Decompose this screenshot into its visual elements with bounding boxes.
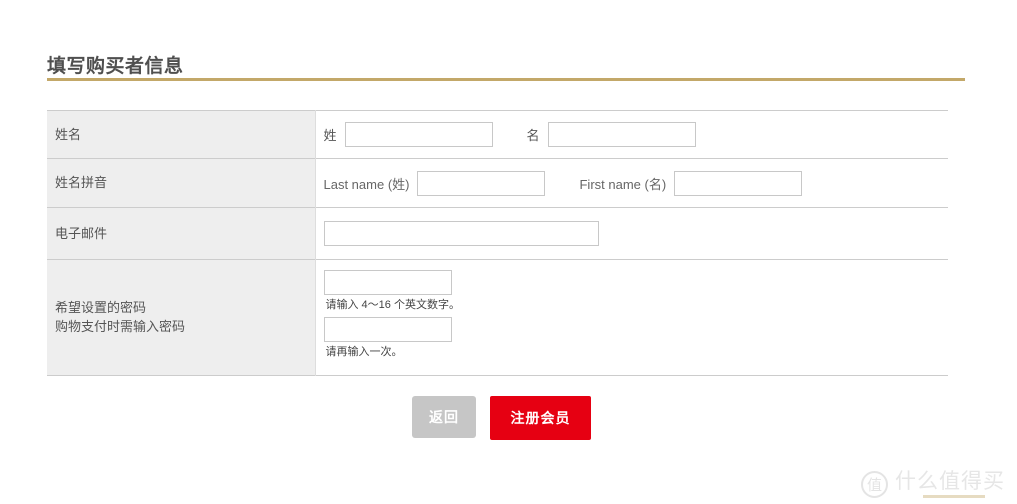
watermark: 值 什么值得买 [861, 469, 1005, 498]
password-hint-repeat: 请再输入一次。 [325, 346, 403, 359]
row-label-name-text: 姓名 [55, 126, 82, 142]
row-label-password-text: 希望设置的密码 [55, 299, 147, 315]
first-name-pinyin-input[interactable] [674, 170, 803, 196]
registration-page: 填写购买者信息 姓名 姓 名 姓名拼音 Last name (姓) First … [0, 0, 1017, 504]
row-fields-email [315, 207, 948, 260]
watermark-underline-rule [923, 495, 985, 498]
watermark-text: 什么值得买 [895, 469, 1005, 493]
row-fields-pinyin: Last name (姓) First name (名) [315, 158, 948, 208]
page-title: 填写购买者信息 [47, 55, 184, 77]
row-label-pinyin-text: 姓名拼音 [55, 175, 108, 191]
watermark-text-wrap: 什么值得买 [895, 469, 1005, 498]
row-label-email-text: 电子邮件 [55, 225, 108, 241]
table-row-email: 电子邮件 [47, 207, 948, 260]
first-name-pinyin-label: First name (名) [579, 176, 667, 192]
buyer-info-form-table: 姓名 姓 名 姓名拼音 Last name (姓) First name (名)… [47, 110, 948, 376]
row-label-email: 电子邮件 [47, 207, 316, 260]
form-actions: 返回 注册会员 [0, 396, 1017, 440]
email-input[interactable] [323, 221, 599, 246]
password-hint-format: 请输入 4～16 个英文数字。 [325, 299, 460, 311]
password-confirm-input[interactable] [323, 317, 452, 343]
row-fields-name: 姓 名 [315, 110, 948, 159]
row-label-name: 姓名 [47, 110, 316, 159]
row-fields-password: 请输入 4～16 个英文数字。 请再输入一次。 [315, 259, 948, 376]
table-row-name: 姓名 姓 名 [47, 110, 948, 159]
first-name-input[interactable] [547, 122, 696, 147]
table-row-password: 希望设置的密码 购物支付时需输入密码 请输入 4～16 个英文数字。 请再输入一… [47, 259, 948, 376]
row-label-password: 希望设置的密码 购物支付时需输入密码 [47, 259, 316, 376]
watermark-logo-icon: 值 [861, 470, 888, 498]
last-name-input[interactable] [344, 122, 493, 147]
last-name-pinyin-input[interactable] [417, 170, 546, 196]
last-name-pinyin-label: Last name (姓) [323, 176, 410, 192]
password-input[interactable] [323, 270, 452, 295]
first-name-label: 名 [526, 128, 540, 143]
back-button[interactable]: 返回 [412, 396, 476, 438]
table-row-pinyin: 姓名拼音 Last name (姓) First name (名) [47, 158, 948, 208]
register-button[interactable]: 注册会员 [490, 396, 591, 440]
title-underline-rule [47, 78, 965, 81]
last-name-label: 姓 [323, 128, 337, 143]
row-label-pinyin: 姓名拼音 [47, 158, 316, 208]
row-sublabel-password-text: 购物支付时需输入密码 [55, 319, 186, 335]
